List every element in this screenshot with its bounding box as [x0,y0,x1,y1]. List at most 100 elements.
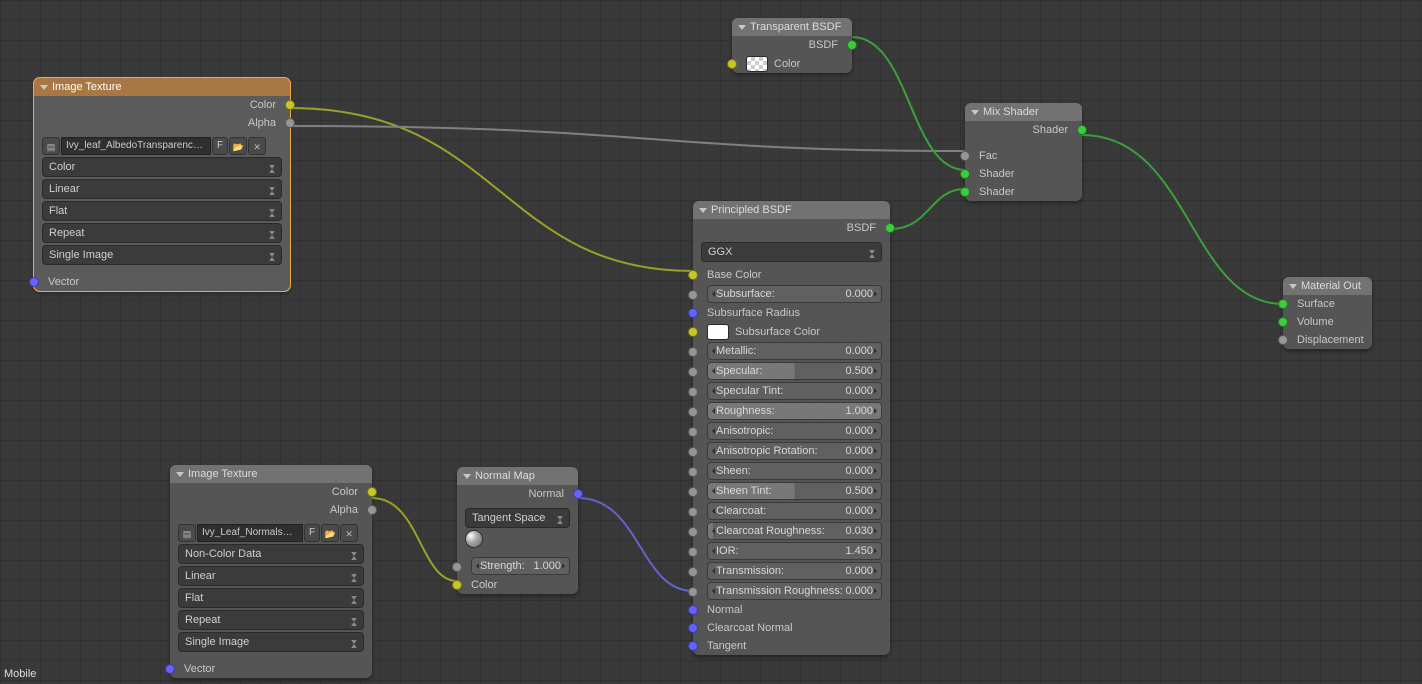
socket-in[interactable] [688,347,698,357]
image-browse-icon[interactable]: ▤ [42,137,60,155]
socket-in[interactable] [688,290,698,300]
socket-normal-in[interactable] [688,605,698,615]
socket-color-out[interactable] [367,487,377,497]
source-dropdown[interactable]: Single Image [42,245,282,265]
distribution-dropdown[interactable]: GGX [701,242,882,262]
socket-in[interactable] [688,407,698,417]
image-browse-icon[interactable]: ▤ [178,524,196,542]
interpolation-dropdown[interactable]: Linear [178,566,364,586]
socket-in[interactable] [688,547,698,557]
node-image-texture-2[interactable]: Image Texture Color Alpha ▤ Ivy_Leaf_Nor… [170,465,372,678]
socket-displacement-in[interactable] [1278,335,1288,345]
socket-shader2-in[interactable] [960,187,970,197]
socket-color-out[interactable] [285,100,295,110]
socket-alpha-out[interactable] [367,505,377,515]
node-header[interactable]: Mix Shader [965,103,1082,121]
strength-field[interactable]: Strength:1.000 [471,557,570,575]
value-field[interactable]: Sheen:0.000 [707,462,882,480]
node-material-output[interactable]: Material Out Surface Volume Displacement [1283,277,1372,349]
node-normal-map[interactable]: Normal Map Normal Tangent Space Strength… [457,467,578,594]
node-principled-bsdf[interactable]: Principled BSDF BSDF GGX Base Color Subs… [693,201,890,655]
collapse-icon[interactable] [1289,284,1297,289]
space-dropdown[interactable]: Tangent Space [465,508,570,528]
socket-alpha-out[interactable] [285,118,295,128]
image-name-field[interactable]: Ivy_leaf_AlbedoTransparency.... [61,137,211,155]
source-dropdown[interactable]: Single Image [178,632,364,652]
socket-in[interactable] [688,427,698,437]
node-header[interactable]: Normal Map [457,467,578,485]
socket-in[interactable] [688,487,698,497]
node-transparent-bsdf[interactable]: Transparent BSDF BSDF Color [732,18,852,73]
socket-in[interactable] [688,308,698,318]
uvmap-icon[interactable] [465,530,483,548]
collapse-icon[interactable] [738,25,746,30]
socket-in[interactable] [688,587,698,597]
projection-dropdown[interactable]: Flat [42,201,282,221]
socket-strength-in[interactable] [452,562,462,572]
socket-in[interactable] [688,507,698,517]
value-field[interactable]: Anisotropic:0.000 [707,422,882,440]
open-image-icon[interactable]: 📂 [229,137,247,155]
socket-in[interactable] [688,527,698,537]
value-field[interactable]: Specular Tint:0.000 [707,382,882,400]
interpolation-dropdown[interactable]: Linear [42,179,282,199]
socket-in[interactable] [688,447,698,457]
socket-color-in[interactable] [727,59,737,69]
collapse-icon[interactable] [971,110,979,115]
image-name-field[interactable]: Ivy_Leaf_NormalsM... [197,524,303,542]
value-field[interactable]: Metallic:0.000 [707,342,882,360]
node-header[interactable]: Image Texture [170,465,372,483]
open-image-icon[interactable]: 📂 [321,524,339,542]
socket-color-in[interactable] [452,580,462,590]
value-field[interactable]: Subsurface:0.000 [707,285,882,303]
projection-dropdown[interactable]: Flat [178,588,364,608]
unlink-image-icon[interactable]: ✕ [248,137,266,155]
socket-in[interactable] [688,367,698,377]
socket-bsdf-out[interactable] [885,223,895,233]
node-header[interactable]: Material Out [1283,277,1372,295]
collapse-icon[interactable] [176,472,184,477]
value-field[interactable]: Anisotropic Rotation:0.000 [707,442,882,460]
color-swatch[interactable] [746,56,768,72]
collapse-icon[interactable] [699,208,707,213]
socket-shader1-in[interactable] [960,169,970,179]
socket-volume-in[interactable] [1278,317,1288,327]
color-space-dropdown[interactable]: Color [42,157,282,177]
unlink-image-icon[interactable]: ✕ [340,524,358,542]
socket-in[interactable] [688,567,698,577]
collapse-icon[interactable] [40,85,48,90]
fake-user-button[interactable]: F [304,524,320,542]
socket-bsdf-out[interactable] [847,40,857,50]
socket-vector-in[interactable] [29,277,39,287]
extension-dropdown[interactable]: Repeat [42,223,282,243]
collapse-icon[interactable] [463,474,471,479]
value-field[interactable]: Specular:0.500 [707,362,882,380]
color-space-dropdown[interactable]: Non-Color Data [178,544,364,564]
socket-base-color-in[interactable] [688,270,698,280]
extension-dropdown[interactable]: Repeat [178,610,364,630]
value-field[interactable]: Transmission:0.000 [707,562,882,580]
socket-fac-in[interactable] [960,151,970,161]
value-field[interactable]: Sheen Tint:0.500 [707,482,882,500]
socket-tangent-in[interactable] [688,641,698,651]
socket-surface-in[interactable] [1278,299,1288,309]
socket-vector-in[interactable] [165,664,175,674]
value-field[interactable]: Clearcoat Roughness:0.030 [707,522,882,540]
value-field[interactable]: Roughness:1.000 [707,402,882,420]
fake-user-button[interactable]: F [212,137,228,155]
node-mix-shader[interactable]: Mix Shader Shader Fac Shader Shader [965,103,1082,201]
socket-normal-out[interactable] [573,489,583,499]
value-field[interactable]: IOR:1.450 [707,542,882,560]
socket-in[interactable] [688,387,698,397]
value-field[interactable]: Transmission Roughness:0.000 [707,582,882,600]
socket-shader-out[interactable] [1077,125,1087,135]
color-swatch[interactable] [707,324,729,340]
value-field[interactable]: Clearcoat:0.000 [707,502,882,520]
socket-in[interactable] [688,327,698,337]
socket-clearcoat-normal-in[interactable] [688,623,698,633]
node-header[interactable]: Transparent BSDF [732,18,852,36]
node-header[interactable]: Principled BSDF [693,201,890,219]
node-header[interactable]: Image Texture [34,78,290,96]
socket-in[interactable] [688,467,698,477]
node-image-texture-1[interactable]: Image Texture Color Alpha ▤ Ivy_leaf_Alb… [34,78,290,291]
